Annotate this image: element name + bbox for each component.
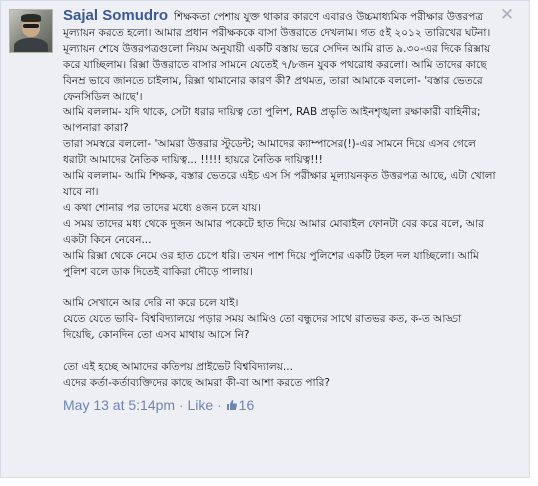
comment-line: তো এই হচ্ছে আমাদের কতিপয় প্রাইভেট বিশ্ব… — [63, 360, 293, 373]
like-count-button[interactable]: 16 — [226, 396, 255, 413]
timestamp[interactable]: May 13 at 5:14pm — [63, 397, 175, 413]
avatar-glasses — [23, 24, 39, 28]
comment-line: আমি বললাম- আমি শিক্ষক, বস্তার ভেতরে এইচ … — [63, 170, 496, 183]
comment-line: ফেনসিডিল আছে'। — [63, 90, 143, 103]
comment-line: মূল্যায়ন শেষে উত্তরপত্রগুলো নিয়ম অনুযা… — [63, 42, 491, 55]
like-link[interactable]: Like — [188, 397, 214, 413]
comment-line: করে যাচ্ছিলাম। রিক্সা উত্তরাতে বাসার সাম… — [63, 58, 487, 71]
comment-card: Sajal Somudro শিক্ষকতা পেশায় যুক্ত থাকার… — [0, 0, 530, 478]
thumbs-up-icon — [226, 399, 237, 410]
meta-separator: · — [175, 396, 188, 413]
comment-line: যেতে যেতে ভাবি- বিশ্ববিদ্যালয়ে পড়ার সম… — [63, 313, 462, 326]
comment-first-line: শিক্ষকতা পেশায় যুক্ত থাকার কারণে এবারও … — [174, 11, 484, 23]
comment-meta: May 13 at 5:14pm · Like · 16 — [63, 396, 518, 414]
comment-line: বিনম্র ভাবে জানতে চাইলাম, রিক্সা থামানোর… — [63, 74, 483, 87]
avatar-shoulders — [14, 38, 48, 52]
comment-line: এদের কর্তা-কর্তাব্যক্তিদের কাছে আমরা কী-… — [63, 376, 330, 389]
author-name[interactable]: Sajal Somudro — [63, 7, 168, 24]
comment-line: একটা কিনে নেবেন... — [63, 233, 152, 246]
comment-line: এ কথা শোনার পর তাদের মধ্যে ৪জন চলে যায়। — [63, 201, 262, 214]
avatar[interactable] — [9, 9, 53, 53]
comment-header: Sajal Somudro শিক্ষকতা পেশায় যুক্ত থাকার… — [63, 8, 518, 26]
close-icon[interactable]: ✕ — [498, 6, 516, 24]
comment-line: তারা সমস্বরে বললো- 'আমরা উত্তরার স্টুডেন… — [63, 138, 476, 151]
comment-line: মূল্যায়ন করতে হলো। আমার প্রধান পরীক্ষকক… — [63, 26, 491, 39]
comment-line: ধরাটা আমাদের নৈতিক দায়িত্ব... !!!!! হায… — [63, 154, 323, 167]
comment-line: পুলিশ বলে ডাক দিতেই বাকিরা দৌড়ে পালায়। — [63, 265, 253, 278]
comment-content: Sajal Somudro শিক্ষকতা পেশায় যুক্ত থাকার… — [63, 8, 518, 414]
comment-line: এ সময় তাদের মধ্য থেকে দুজন আমার পকেটে হ… — [63, 217, 484, 230]
comment-line: আমি রিক্সা থেকে নেমে ওর হাত চেপে ধরি। তখ… — [63, 249, 479, 262]
comment-line: আমি বললাম- যদি থাকে, সেটা ধরার দায়িত্ব … — [63, 106, 481, 119]
comment-line: আপনারা কারা? — [63, 122, 129, 135]
avatar-hair — [21, 14, 41, 22]
comment-line: আমি সেখানে আর দেরি না করে চলে যাই। — [63, 297, 239, 310]
comment-body: মূল্যায়ন করতে হলো। আমার প্রধান পরীক্ষকক… — [63, 26, 518, 392]
comment-line: দিয়েছি, কোনদিন তো এসব মাথায় আসে নি? — [63, 329, 250, 342]
like-count: 16 — [238, 396, 255, 413]
comment-line: যাবে না। — [63, 185, 99, 198]
meta-separator-2: · — [213, 396, 226, 413]
